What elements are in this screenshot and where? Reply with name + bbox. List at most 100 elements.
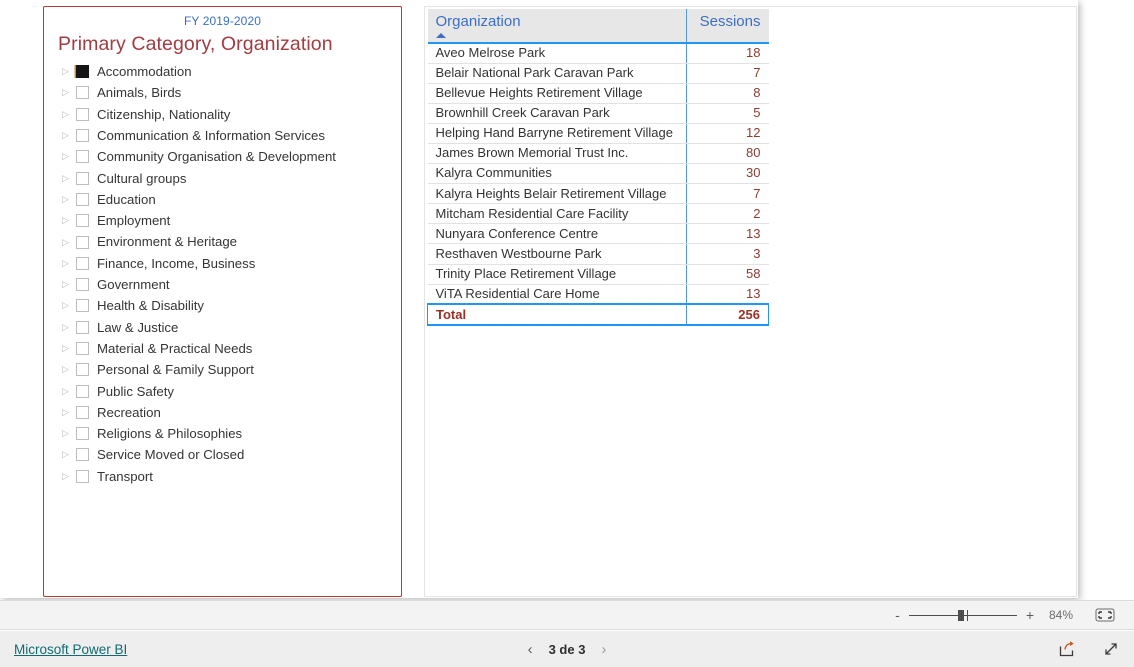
slicer-item[interactable]: ▷ Communication & Information Services [44, 125, 401, 146]
slicer-item[interactable]: ▷ Recreation [44, 402, 401, 423]
expand-chevron-icon[interactable]: ▷ [62, 322, 76, 332]
slicer-item[interactable]: ▷ Employment [44, 210, 401, 231]
table-row[interactable]: James Brown Memorial Trust Inc. 80 [427, 143, 769, 165]
table-row[interactable]: Belair National Park Caravan Park 7 [427, 63, 769, 84]
slicer-item-checkbox[interactable] [76, 320, 89, 334]
expand-chevron-icon[interactable]: ▷ [62, 280, 76, 289]
slicer-item-checkbox[interactable] [76, 86, 89, 100]
expand-chevron-icon[interactable]: ▷ [62, 258, 76, 268]
slicer-item-checkbox[interactable] [76, 363, 89, 377]
sort-ascending-icon [435, 33, 446, 38]
cell-sessions: 13 [686, 284, 769, 305]
expand-chevron-icon[interactable]: ▷ [62, 131, 76, 140]
expand-chevron-icon[interactable]: ▷ [62, 386, 76, 396]
slicer-item-checkbox[interactable] [76, 150, 89, 164]
slicer-item[interactable]: ▷ Community Organisation & Development [44, 146, 401, 167]
slicer-item-checkbox[interactable] [76, 469, 89, 483]
expand-chevron-icon[interactable]: ▷ [62, 109, 76, 119]
fit-to-page-icon[interactable] [1094, 607, 1116, 623]
expand-chevron-icon[interactable]: ▷ [62, 471, 76, 481]
expand-chevron-icon[interactable]: ▷ [62, 67, 76, 76]
primary-category-slicer[interactable]: FY 2019-2020 Primary Category, Organizat… [43, 6, 402, 597]
expand-chevron-icon[interactable]: ▷ [62, 152, 76, 161]
slicer-item[interactable]: ▷ Law & Justice [44, 317, 401, 338]
table-row[interactable]: Nunyara Conference Centre 13 [427, 223, 769, 245]
slicer-item-checkbox[interactable] [76, 129, 89, 143]
zoom-out-button[interactable]: - [895, 608, 900, 622]
slicer-item-checkbox[interactable] [76, 448, 89, 462]
page-navigation[interactable]: ‹ 3 de 3 › [528, 641, 607, 658]
cell-sessions: 13 [686, 223, 769, 245]
slicer-item[interactable]: ▷ Material & Practical Needs [44, 338, 401, 359]
cell-organization: Mitcham Residential Care Facility [427, 203, 687, 225]
table-row[interactable]: Trinity Place Retirement Village 58 [427, 264, 769, 285]
table-row[interactable]: Kalyra Communities 30 [427, 163, 769, 185]
organization-sessions-table[interactable]: Organization Sessions Aveo Melrose Park 1… [424, 6, 1077, 597]
slicer-item-checkbox[interactable] [76, 192, 89, 206]
table-row[interactable]: Kalyra Heights Belair Retirement Village… [427, 183, 769, 205]
zoom-in-button[interactable]: + [1026, 608, 1034, 622]
grid-body[interactable]: Aveo Melrose Park 18 Belair National Park … [427, 41, 769, 327]
table-total-row: Total 256 [427, 303, 769, 327]
slicer-item[interactable]: ▷ Service Moved or Closed [44, 444, 401, 465]
slicer-item[interactable]: ▷ Religions & Philosophies [44, 423, 401, 444]
table-row[interactable]: Aveo Melrose Park 18 [427, 41, 769, 64]
slicer-item-checkbox[interactable] [76, 278, 89, 292]
zoom-slider-thumb[interactable] [957, 610, 964, 621]
table-row[interactable]: Resthaven Westbourne Park 3 [427, 243, 769, 265]
table-row[interactable]: ViTA Residential Care Home 13 [427, 284, 769, 305]
expand-chevron-icon[interactable]: ▷ [62, 88, 76, 97]
table-row[interactable]: Brownhill Creek Caravan Park 5 [427, 103, 769, 124]
expand-chevron-icon[interactable]: ▷ [62, 407, 76, 417]
slicer-item-checkbox[interactable] [76, 256, 89, 270]
expand-chevron-icon[interactable]: ▷ [62, 365, 76, 374]
slicer-item[interactable]: ▷ Accommodation [44, 61, 401, 82]
next-page-button[interactable]: › [601, 641, 606, 658]
slicer-item-label: Accommodation [97, 64, 192, 80]
data-grid[interactable]: Organization Sessions Aveo Melrose Park 1… [427, 9, 769, 327]
column-header-organization[interactable]: Organization [427, 9, 687, 43]
slicer-item[interactable]: ▷ Education [44, 189, 401, 210]
table-row[interactable]: Helping Hand Barryne Retirement Village 1… [427, 123, 769, 144]
slicer-item-checkbox[interactable] [76, 171, 89, 185]
slicer-item-label: Community Organisation & Development [97, 149, 336, 165]
expand-chevron-icon[interactable]: ▷ [62, 429, 76, 438]
slicer-item-checkbox[interactable] [76, 299, 89, 313]
slicer-item-checkbox[interactable] [76, 384, 89, 398]
slicer-item[interactable]: ▷ Citizenship, Nationality [44, 104, 401, 125]
slicer-item-checkbox[interactable] [76, 405, 89, 419]
slicer-item[interactable]: ▷ Finance, Income, Business [44, 253, 401, 274]
slicer-item[interactable]: ▷ Cultural groups [44, 167, 401, 188]
slicer-item[interactable]: ▷ Animals, Birds [44, 82, 401, 103]
slicer-item[interactable]: ▷ Transport [44, 466, 401, 487]
zoom-slider[interactable] [908, 609, 1017, 621]
expand-chevron-icon[interactable]: ▷ [62, 173, 76, 183]
slicer-item-checkbox[interactable] [76, 214, 89, 228]
slicer-item-checkbox[interactable] [76, 107, 89, 121]
expand-chevron-icon[interactable]: ▷ [62, 344, 76, 353]
power-bi-brand-link[interactable]: Microsoft Power BI [14, 642, 127, 657]
slicer-item-checkbox[interactable] [76, 65, 89, 79]
column-header-sessions[interactable]: Sessions [686, 9, 769, 43]
previous-page-button[interactable]: ‹ [528, 641, 533, 658]
table-row[interactable]: Bellevue Heights Retirement Village 8 [427, 83, 769, 104]
slicer-item-checkbox[interactable] [76, 235, 89, 249]
expand-chevron-icon[interactable]: ▷ [62, 450, 76, 459]
share-icon[interactable] [1058, 640, 1076, 658]
slicer-item-checkbox[interactable] [76, 342, 89, 355]
slicer-item[interactable]: ▷ Government [44, 274, 401, 295]
slicer-item[interactable]: ▷ Public Safety [44, 380, 401, 401]
expand-chevron-icon[interactable]: ▷ [62, 194, 76, 204]
table-row[interactable]: Mitcham Residential Care Facility 2 [427, 203, 769, 225]
expand-chevron-icon[interactable]: ▷ [62, 216, 76, 225]
slicer-item-checkbox[interactable] [76, 427, 89, 441]
cell-sessions: 2 [686, 203, 769, 225]
zoom-control[interactable]: - + 84% [895, 607, 1120, 623]
slicer-item[interactable]: ▷ Health & Disability [44, 295, 401, 316]
slicer-item-list[interactable]: ▷ Accommodation ▷ Animals, Birds ▷ Citizenshi… [44, 61, 401, 487]
fullscreen-icon[interactable] [1102, 640, 1120, 658]
slicer-item[interactable]: ▷ Environment & Heritage [44, 231, 401, 252]
slicer-item[interactable]: ▷ Personal & Family Support [44, 359, 401, 380]
expand-chevron-icon[interactable]: ▷ [62, 237, 76, 247]
expand-chevron-icon[interactable]: ▷ [62, 301, 76, 310]
